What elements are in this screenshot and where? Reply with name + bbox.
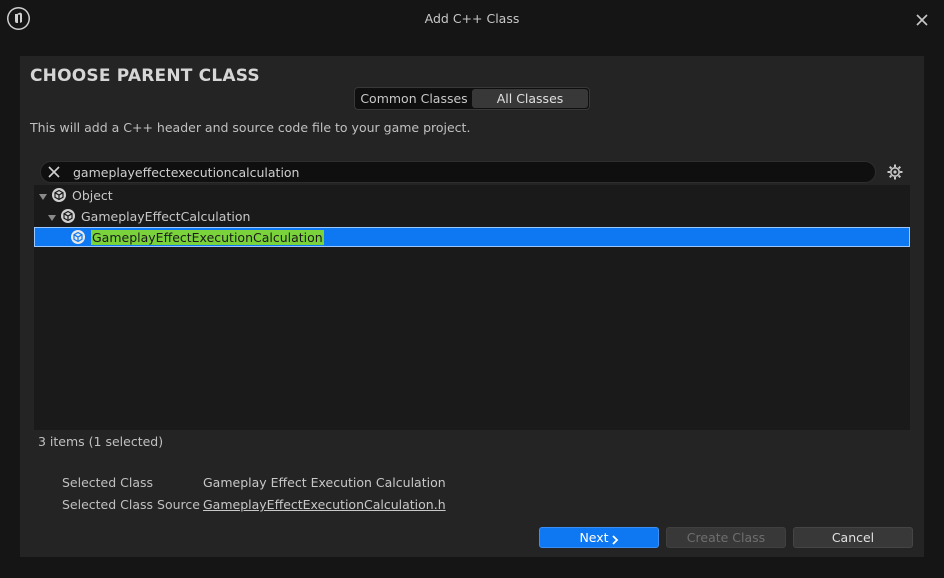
class-icon	[60, 208, 76, 224]
expanded-arrow-icon[interactable]	[38, 190, 48, 200]
search-input[interactable]	[73, 163, 863, 181]
close-icon[interactable]	[912, 10, 932, 30]
selected-class-value: Gameplay Effect Execution Calculation	[203, 475, 446, 490]
gear-icon[interactable]	[886, 163, 904, 181]
window-title: Add C++ Class	[424, 11, 520, 26]
title-bar: Add C++ Class	[0, 0, 944, 40]
page-title: CHOOSE PARENT CLASS	[30, 66, 260, 86]
tree-item-gameplay-effect-calculation[interactable]: GameplayEffectCalculation	[34, 206, 910, 226]
tab-common-classes[interactable]: Common Classes	[356, 89, 472, 108]
clear-search-icon[interactable]	[46, 164, 62, 180]
selected-class-source-link[interactable]: GameplayEffectExecutionCalculation.h	[203, 497, 446, 512]
tree-item-label: GameplayEffectCalculation	[81, 208, 251, 224]
tree-item-label: Object	[72, 187, 113, 203]
chevron-right-icon	[611, 533, 619, 545]
class-icon	[51, 187, 67, 203]
expanded-arrow-icon[interactable]	[47, 211, 57, 221]
create-class-button[interactable]: Create Class	[666, 527, 786, 548]
selected-class-label: Selected Class	[62, 475, 154, 490]
class-filter-tabs: Common Classes All Classes	[354, 87, 590, 110]
item-count: 3 items (1 selected)	[38, 434, 164, 449]
tree-item-label: GameplayEffectExecutionCalculation	[91, 229, 324, 245]
class-search-box	[40, 161, 876, 183]
cancel-button[interactable]: Cancel	[793, 527, 913, 548]
description-text: This will add a C++ header and source co…	[30, 120, 471, 135]
tree-item-object[interactable]: Object	[34, 185, 910, 205]
class-tree: Object GameplayEffectCalculation Gamepla…	[34, 185, 910, 430]
tab-all-classes[interactable]: All Classes	[472, 89, 588, 108]
dialog-panel: CHOOSE PARENT CLASS Common Classes All C…	[20, 56, 924, 557]
next-button-label: Next	[579, 530, 609, 545]
class-icon	[70, 229, 86, 245]
next-button[interactable]: Next	[539, 527, 659, 548]
tree-item-gameplay-effect-execution-calculation[interactable]: GameplayEffectExecutionCalculation	[34, 227, 910, 247]
selected-class-source-label: Selected Class Source	[62, 497, 200, 512]
